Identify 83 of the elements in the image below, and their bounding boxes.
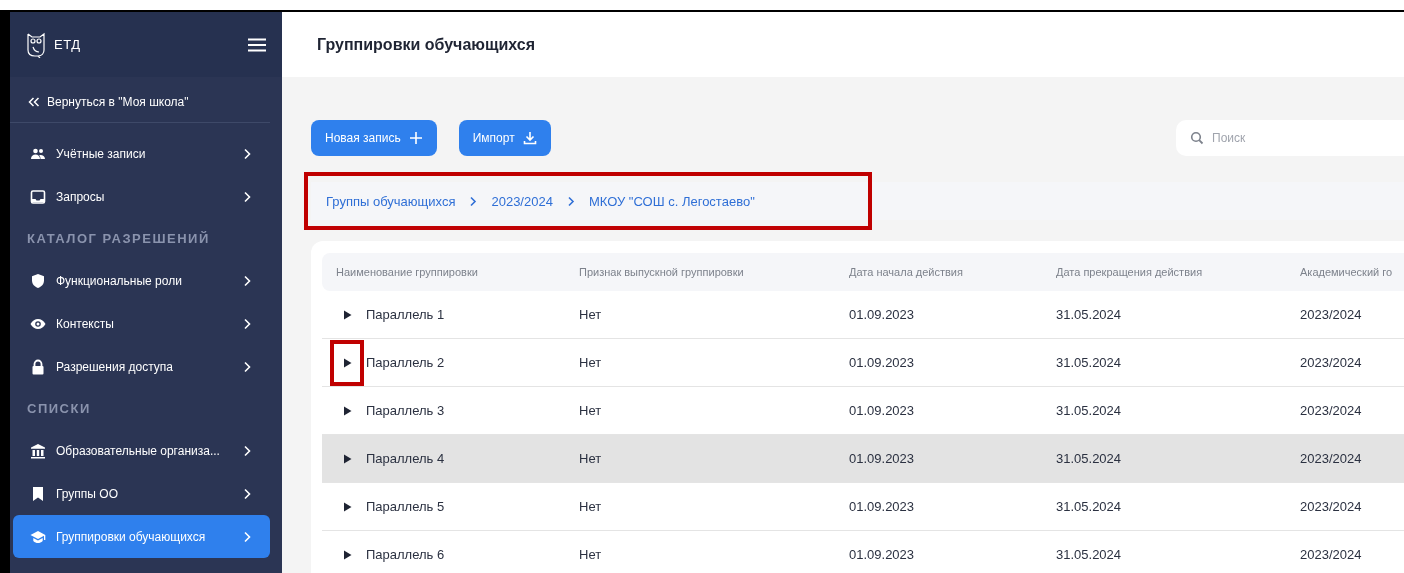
sidebar-item[interactable]: Функциональные роли	[13, 259, 270, 302]
table-cell: Параллель 3	[366, 403, 445, 418]
back-link[interactable]: Вернуться в "Моя школа"	[47, 95, 189, 109]
table-cell: 01.09.2023	[849, 547, 915, 562]
logo-text: ЕТД	[54, 37, 81, 52]
table-cell: Нет	[579, 499, 602, 514]
table-cell: Нет	[579, 307, 602, 322]
table-cell: 2023/2024	[1300, 307, 1362, 322]
sidebar-item[interactable]: Группировки обучающихся	[13, 515, 270, 558]
sidebar-item[interactable]: Запросы	[13, 175, 270, 218]
table-cell: Параллель 5	[366, 499, 445, 514]
table-cell: 2023/2024	[1300, 499, 1362, 514]
table-cell: Нет	[579, 547, 602, 562]
sidebar-item[interactable]: Группы ОО	[13, 472, 270, 515]
table-cell: Параллель 2	[366, 355, 445, 370]
chevron-icon	[242, 530, 252, 543]
breadcrumb-link[interactable]: МКОУ "СОШ с. Легостаево"	[588, 193, 755, 209]
table-cell: 2023/2024	[1300, 355, 1362, 370]
expand-icon[interactable]	[342, 309, 352, 320]
section-heading: КАТАЛОГ РАЗРЕШЕНИЙ	[26, 230, 211, 248]
sidebar-item[interactable]: Учётные записи	[13, 132, 270, 175]
shield-icon	[30, 272, 46, 289]
menu-icon[interactable]	[248, 37, 266, 52]
column-header: Академический го	[1300, 266, 1393, 278]
column-header: Признак выпускной группировки	[579, 266, 744, 278]
sidebar-item[interactable]: Образовательные организа...	[13, 429, 270, 472]
table-cell: Параллель 1	[366, 307, 445, 322]
chevron-icon	[242, 360, 252, 373]
chevron-icon	[242, 147, 252, 160]
expand-icon[interactable]	[342, 453, 352, 464]
expand-icon[interactable]	[342, 501, 352, 512]
graduation-cap-icon	[30, 528, 46, 545]
table-cell: 01.09.2023	[849, 451, 915, 466]
table-cell: 01.09.2023	[849, 355, 915, 370]
table-cell: 2023/2024	[1300, 403, 1362, 418]
sidebar-item[interactable]: Контексты	[13, 302, 270, 345]
table-cell: Параллель 6	[366, 547, 445, 562]
table-cell: 2023/2024	[1300, 451, 1362, 466]
column-header: Наименование группировки	[336, 266, 478, 278]
table-cell: Нет	[579, 451, 602, 466]
download-icon	[522, 131, 537, 145]
owl-logo-icon	[26, 31, 46, 58]
expand-icon[interactable]	[342, 357, 352, 368]
table-cell: Нет	[579, 403, 602, 418]
chevron-icon	[242, 444, 252, 457]
search-input[interactable]: Поиск	[1210, 130, 1394, 146]
inbox-icon	[30, 188, 46, 205]
table-cell: 31.05.2024	[1056, 403, 1122, 418]
search-icon	[1190, 131, 1204, 145]
table-cell: Параллель 4	[366, 451, 445, 466]
table-cell: 2023/2024	[1300, 547, 1362, 562]
search-field[interactable]: Поиск	[1176, 120, 1404, 156]
import-button[interactable]: Импорт	[458, 120, 551, 156]
column-header: Дата начала действия	[849, 266, 963, 278]
table-cell: 01.09.2023	[849, 307, 915, 322]
table-cell: Нет	[579, 355, 602, 370]
sidebar-item[interactable]: Разрешения доступа	[13, 345, 270, 388]
lock-icon	[30, 358, 46, 375]
chevron-icon	[242, 317, 252, 330]
chevron-icon	[566, 195, 575, 207]
bank-icon	[30, 442, 46, 459]
table-cell: 31.05.2024	[1056, 499, 1122, 514]
breadcrumb-link[interactable]: Группы обучающихся	[326, 193, 456, 209]
table-cell: 31.05.2024	[1056, 355, 1122, 370]
table-cell: 01.09.2023	[849, 499, 915, 514]
expand-icon[interactable]	[342, 549, 352, 560]
new-record-button[interactable]: Новая запись	[311, 120, 437, 156]
double-chevron-icon	[28, 97, 40, 107]
page-title: Группировки обучающихся	[317, 35, 536, 54]
chevron-icon	[469, 195, 478, 207]
breadcrumb-link[interactable]: 2023/2024	[491, 193, 553, 209]
plus-icon	[408, 131, 423, 145]
bookmark-icon	[30, 485, 46, 502]
chevron-icon	[242, 190, 252, 203]
chevron-icon	[242, 487, 252, 500]
table-cell: 31.05.2024	[1056, 547, 1122, 562]
table-cell: 31.05.2024	[1056, 307, 1122, 322]
section-heading: СПИСКИ	[26, 400, 92, 418]
column-header: Дата прекращения действия	[1056, 266, 1203, 278]
table-cell: 31.05.2024	[1056, 451, 1122, 466]
table-cell: 01.09.2023	[849, 403, 915, 418]
expand-icon[interactable]	[342, 405, 352, 416]
chevron-icon	[242, 274, 252, 287]
